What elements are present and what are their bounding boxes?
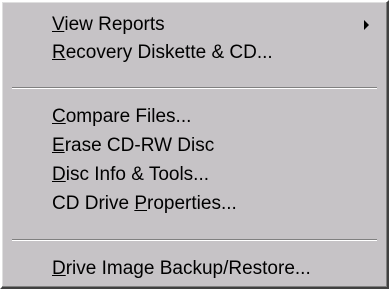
menu-item-cd-drive-properties[interactable]: CD Drive Properties... — [2, 190, 387, 218]
menu-item-erase-cdrw[interactable]: Erase CD-RW Disc — [2, 132, 387, 160]
menu-item-compare-files[interactable]: Compare Files... — [2, 103, 387, 131]
menu-item-recovery-diskette[interactable]: Recovery Diskette & CD... — [2, 39, 387, 67]
submenu-arrow-icon — [364, 20, 369, 30]
menu-item-view-reports[interactable]: View Reports — [2, 11, 387, 39]
menu-item-label: Drive Image Backup/Restore... — [52, 258, 311, 279]
menu-item-label: Compare Files... — [52, 106, 192, 127]
menu-item-label: View Reports — [52, 14, 165, 35]
menu-item-drive-image-backup[interactable]: Drive Image Backup/Restore... — [2, 255, 387, 283]
menu-item-label: Erase CD-RW Disc — [52, 135, 215, 156]
menu-separator — [12, 239, 377, 241]
menu-item-label: CD Drive Properties... — [52, 193, 237, 214]
menu-item-label: Recovery Diskette & CD... — [52, 42, 273, 63]
menu-item-disc-info-tools[interactable]: Disc Info & Tools... — [2, 161, 387, 189]
menu-separator — [12, 87, 377, 89]
menu-item-label: Disc Info & Tools... — [52, 164, 210, 185]
context-menu: View Reports Recovery Diskette & CD... C… — [0, 0, 389, 289]
